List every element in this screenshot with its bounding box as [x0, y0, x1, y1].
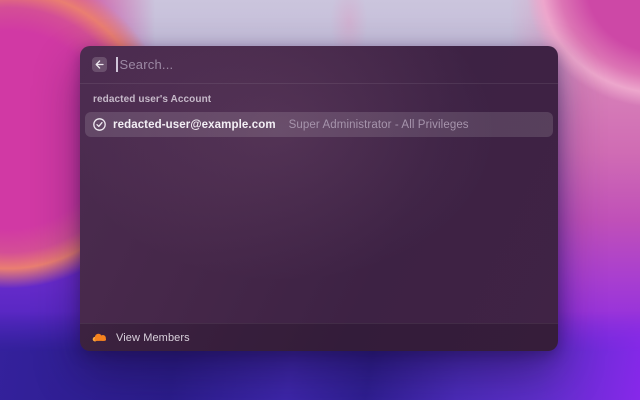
results-panel: redacted user's Account redacted-user@ex… — [80, 84, 558, 323]
search-placeholder: Search... — [119, 57, 174, 72]
account-email: redacted-user@example.com — [113, 118, 276, 131]
desktop-wallpaper: Search... redacted user's Account redact… — [0, 0, 640, 400]
search-input[interactable]: Search... — [116, 46, 546, 83]
text-cursor — [116, 57, 118, 72]
account-search-window: Search... redacted user's Account redact… — [80, 46, 558, 351]
account-role: Super Administrator - All Privileges — [288, 118, 469, 131]
cloudflare-logo-icon — [92, 333, 107, 342]
back-button[interactable] — [92, 57, 107, 72]
account-result-row[interactable]: redacted-user@example.com Super Administ… — [85, 112, 553, 137]
check-circle-icon — [93, 118, 106, 131]
view-members-button[interactable]: View Members — [80, 323, 558, 351]
section-header: redacted user's Account — [93, 94, 212, 105]
arrow-left-icon — [95, 60, 104, 69]
view-members-label: View Members — [116, 331, 190, 344]
search-bar: Search... — [80, 46, 558, 84]
